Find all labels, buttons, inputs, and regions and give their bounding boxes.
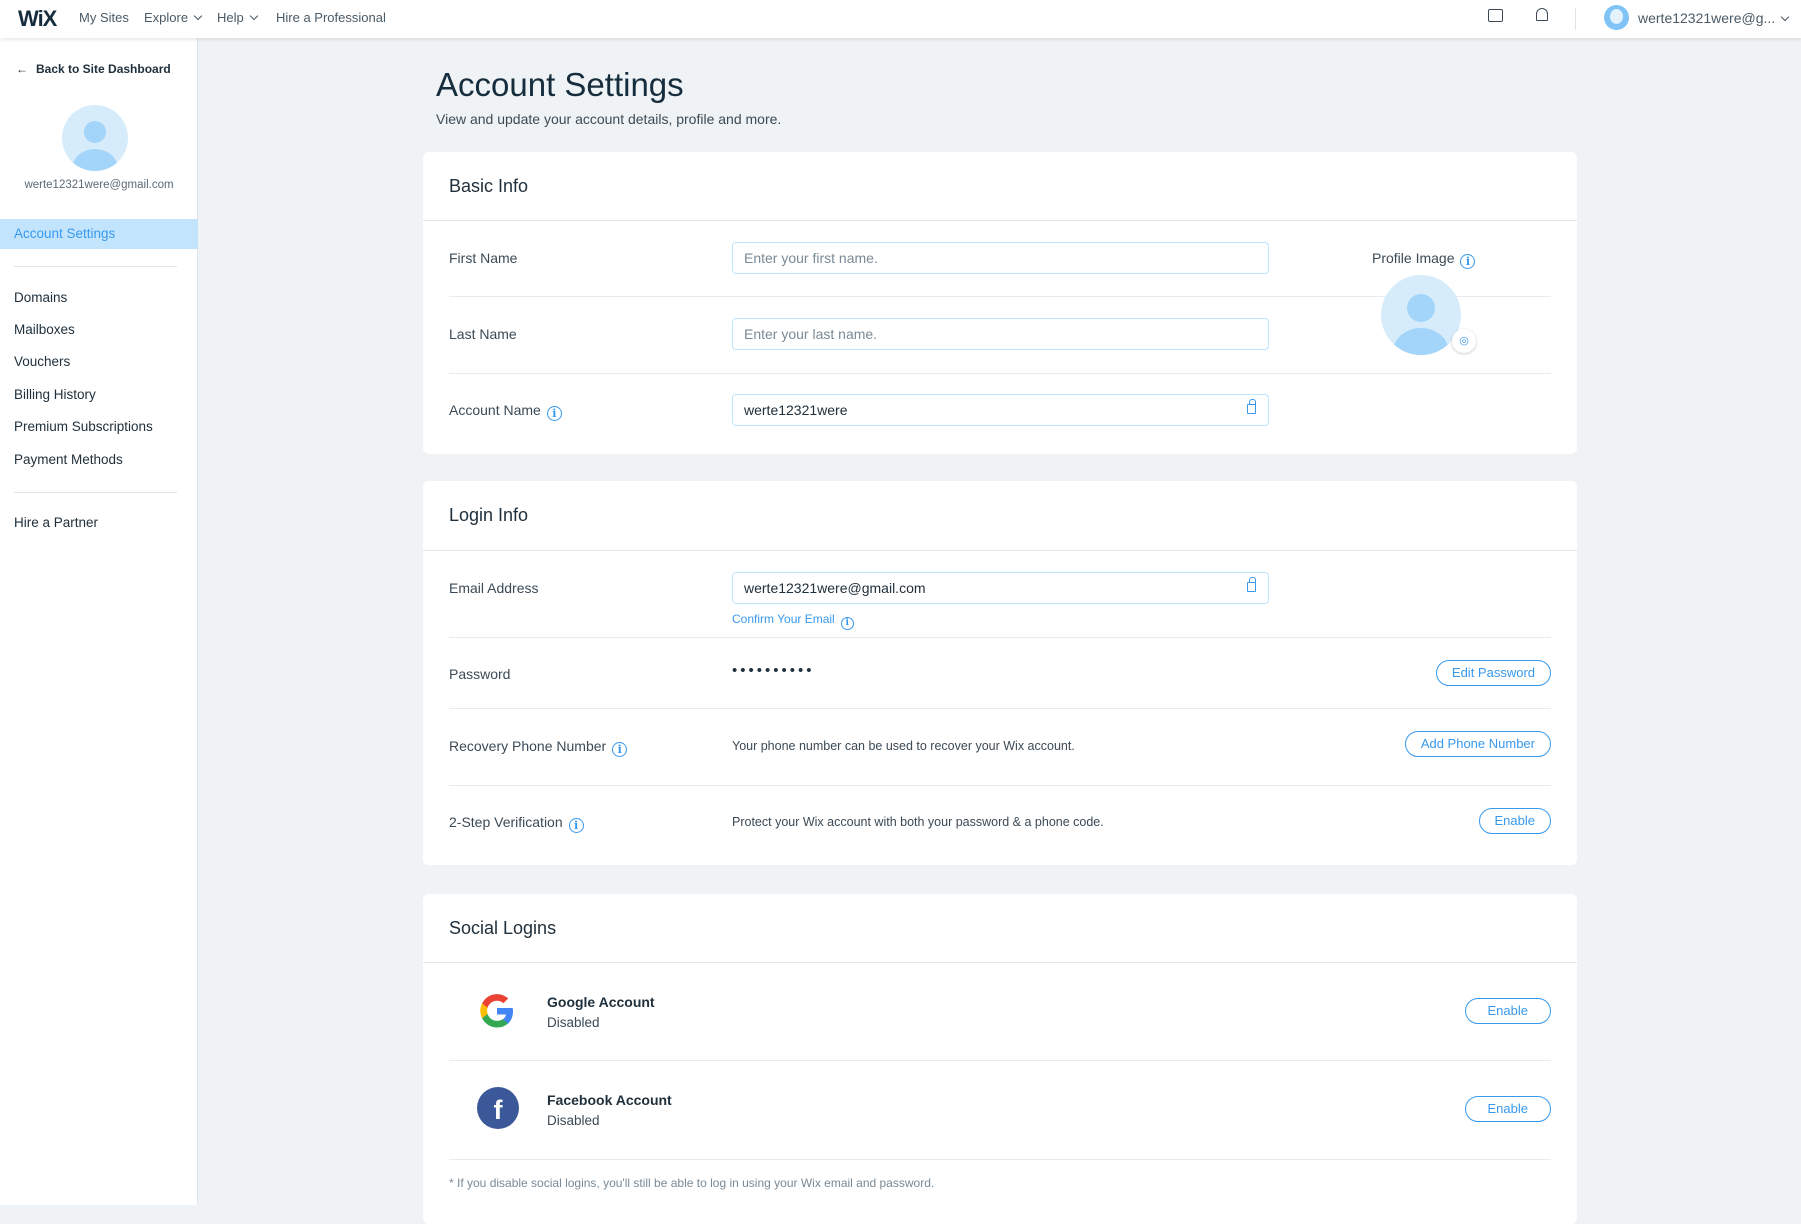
account-name-value: werte12321were	[744, 402, 848, 418]
divider	[449, 373, 1551, 374]
divider	[449, 637, 1551, 638]
two-step-label: 2-Step Verification i	[449, 814, 584, 833]
basic-info-card: Basic Info First Name Enter your first n…	[423, 152, 1577, 454]
profile-image[interactable]	[1381, 275, 1461, 355]
nav-my-sites[interactable]: My Sites	[79, 10, 129, 25]
divider	[14, 266, 177, 267]
last-name-input[interactable]: Enter your last name.	[732, 318, 1269, 350]
facebook-icon: f	[477, 1087, 519, 1129]
add-phone-number-button[interactable]: Add Phone Number	[1405, 731, 1551, 757]
facebook-account-status: Disabled	[547, 1113, 600, 1128]
account-name-label: Account Name i	[449, 402, 562, 421]
password-value: ••••••••••	[732, 662, 815, 679]
profile-image-text: Profile Image	[1372, 250, 1454, 266]
confirm-email-text: Confirm Your Email	[732, 612, 835, 626]
enable-facebook-button[interactable]: Enable	[1465, 1096, 1551, 1122]
info-icon[interactable]: i	[612, 742, 627, 757]
nav-help[interactable]: Help	[217, 10, 257, 25]
sidebar-item-domains[interactable]: Domains	[14, 290, 67, 305]
section-title: Social Logins	[449, 918, 556, 939]
social-footnote: * If you disable social logins, you'll s…	[449, 1176, 934, 1190]
bell-icon[interactable]	[1536, 8, 1548, 21]
sidebar-item-premium-subscriptions[interactable]: Premium Subscriptions	[14, 419, 153, 434]
password-label: Password	[449, 666, 510, 682]
user-email: werte12321were@g...	[1638, 10, 1775, 26]
recovery-phone-text: Recovery Phone Number	[449, 738, 606, 754]
confirm-email-link[interactable]: Confirm Your Email i	[732, 612, 854, 630]
sidebar-item-billing-history[interactable]: Billing History	[14, 387, 96, 402]
divider	[14, 492, 177, 493]
email-value: werte12321were@gmail.com	[744, 580, 926, 596]
sidebar-item-label: Account Settings	[14, 226, 115, 241]
nav-explore[interactable]: Explore	[144, 10, 201, 25]
facebook-account-name: Facebook Account	[547, 1092, 672, 1108]
chevron-down-icon	[250, 12, 258, 20]
divider	[423, 962, 1577, 963]
sidebar-item-hire-partner[interactable]: Hire a Partner	[14, 515, 98, 530]
two-step-description: Protect your Wix account with both your …	[732, 815, 1104, 829]
chat-icon[interactable]	[1488, 9, 1503, 22]
email-label: Email Address	[449, 580, 538, 596]
recovery-phone-label: Recovery Phone Number i	[449, 738, 627, 757]
user-avatar[interactable]	[1604, 5, 1629, 30]
back-to-dashboard-link[interactable]: ← Back to Site Dashboard	[16, 62, 171, 76]
wix-logo[interactable]: WiX	[18, 6, 56, 32]
divider	[1575, 8, 1576, 30]
page-title: Account Settings	[436, 66, 684, 104]
sidebar-email: werte12321were@gmail.com	[0, 179, 198, 191]
page-subtitle: View and update your account details, pr…	[436, 111, 781, 127]
profile-image-label: Profile Image i	[1372, 250, 1475, 269]
nav-help-label: Help	[217, 10, 244, 25]
first-name-input[interactable]: Enter your first name.	[732, 242, 1269, 274]
lock-icon	[1247, 582, 1256, 592]
section-title: Login Info	[449, 505, 528, 526]
account-name-text: Account Name	[449, 402, 541, 418]
sidebar: ← Back to Site Dashboard werte12321were@g…	[0, 38, 198, 1205]
arrow-left-icon: ←	[16, 62, 28, 76]
section-title: Basic Info	[449, 176, 528, 197]
divider	[449, 1060, 1551, 1061]
nav-hire-professional[interactable]: Hire a Professional	[276, 10, 386, 25]
info-icon[interactable]: i	[841, 617, 854, 630]
login-info-card: Login Info Email Address werte12321were@…	[423, 481, 1577, 865]
divider	[423, 550, 1577, 551]
last-name-label: Last Name	[449, 326, 517, 342]
divider	[423, 220, 1577, 221]
back-label: Back to Site Dashboard	[36, 62, 171, 76]
info-icon[interactable]: i	[569, 818, 584, 833]
user-menu[interactable]: werte12321were@g...	[1638, 10, 1788, 26]
chevron-down-icon	[194, 12, 202, 20]
lock-icon	[1247, 404, 1256, 414]
top-bar: WiX My Sites Explore Help Hire a Profess…	[0, 0, 1801, 38]
profile-avatar	[62, 105, 128, 171]
nav-explore-label: Explore	[144, 10, 188, 25]
edit-password-button[interactable]: Edit Password	[1436, 660, 1551, 686]
google-account-status: Disabled	[547, 1015, 600, 1030]
sidebar-item-vouchers[interactable]: Vouchers	[14, 354, 70, 369]
info-icon[interactable]: i	[1460, 254, 1475, 269]
camera-icon[interactable]: ◎	[1452, 329, 1476, 353]
enable-google-button[interactable]: Enable	[1465, 998, 1551, 1024]
social-logins-card: Social Logins Google Account Disabled En…	[423, 894, 1577, 1224]
recovery-phone-description: Your phone number can be used to recover…	[732, 739, 1075, 753]
sidebar-item-account-settings[interactable]: Account Settings	[0, 219, 198, 249]
first-name-label: First Name	[449, 250, 517, 266]
divider	[449, 708, 1551, 709]
sidebar-item-payment-methods[interactable]: Payment Methods	[14, 452, 123, 467]
divider	[449, 785, 1551, 786]
enable-two-step-button[interactable]: Enable	[1479, 808, 1551, 834]
chevron-down-icon	[1781, 13, 1789, 21]
account-name-input: werte12321were	[732, 394, 1269, 426]
google-icon	[477, 991, 517, 1031]
two-step-text: 2-Step Verification	[449, 814, 563, 830]
email-input: werte12321were@gmail.com	[732, 572, 1269, 604]
divider	[449, 1159, 1551, 1160]
info-icon[interactable]: i	[547, 406, 562, 421]
sidebar-item-mailboxes[interactable]: Mailboxes	[14, 322, 75, 337]
google-account-name: Google Account	[547, 994, 655, 1010]
